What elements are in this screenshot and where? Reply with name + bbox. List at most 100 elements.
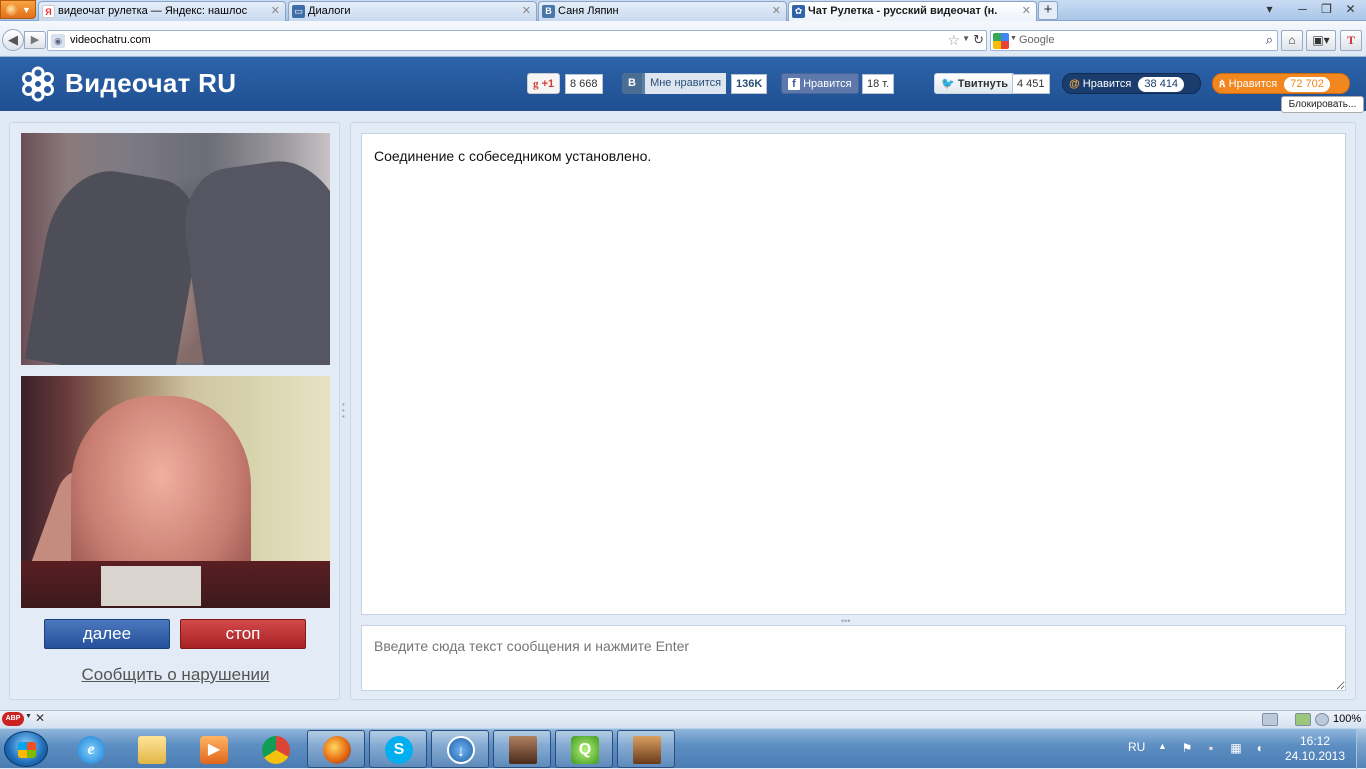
close-addon-bar-icon[interactable]: ✕	[35, 711, 45, 725]
tab-list-icon[interactable]: ▾	[1259, 0, 1280, 18]
gplus-button[interactable]: g +1	[527, 73, 561, 94]
firefox-icon	[6, 4, 18, 16]
twitter-bird-icon: 🐦	[941, 78, 955, 90]
action-center-flag-icon[interactable]: ⚑	[1180, 741, 1194, 755]
camera-addon-icon[interactable]	[1262, 713, 1278, 726]
vk-like-button[interactable]: B Мне нравится	[622, 73, 727, 94]
home-icon[interactable]: ⌂	[1281, 30, 1303, 51]
panel-resize-handle[interactable]: • • •	[342, 401, 346, 422]
stop-button[interactable]: стоп	[180, 619, 306, 649]
translate-addon-icon[interactable]: T	[1340, 30, 1362, 51]
device-tray-icon[interactable]: ▪	[1204, 741, 1218, 755]
close-icon[interactable]: ✕	[522, 2, 531, 20]
game-avatar-icon	[509, 736, 537, 764]
taskbar-game-sa[interactable]	[493, 730, 551, 768]
minimize-icon[interactable]: ─	[1292, 0, 1313, 18]
history-dropdown-icon[interactable]: ▼	[962, 34, 970, 43]
close-icon[interactable]: ✕	[271, 2, 280, 20]
site-header: Видеочат RU g +1 8 668 B Мне нравится 13…	[0, 57, 1366, 111]
site-logo-text[interactable]: Видеочат RU	[65, 68, 236, 99]
facebook-icon: f	[788, 78, 800, 90]
ok-like-button[interactable]: ጰ Нравится 72 702	[1212, 73, 1350, 94]
tab-label: Саня Ляпин	[558, 5, 619, 17]
show-hidden-icons[interactable]: ▲	[1158, 741, 1167, 751]
yandex-icon: Я	[42, 5, 55, 18]
google-icon[interactable]	[993, 33, 1009, 49]
folder-icon	[138, 736, 166, 764]
message-input[interactable]	[361, 625, 1346, 691]
close-window-icon[interactable]: ✕	[1340, 0, 1361, 18]
language-indicator[interactable]: RU	[1128, 740, 1145, 754]
firefox-menu-button[interactable]: ▼	[0, 0, 36, 19]
search-icon[interactable]: ⌕	[1266, 32, 1273, 48]
taskbar-qip[interactable]: Q	[555, 730, 613, 768]
chat-panel: Соединение с собеседником установлено. •…	[350, 122, 1356, 700]
network-icon[interactable]: ▦	[1229, 741, 1243, 755]
fb-like-button[interactable]: f Нравится	[781, 73, 859, 94]
clock-date: 24.10.2013	[1284, 749, 1346, 763]
mailru-like-button[interactable]: @ Нравится 38 414	[1062, 73, 1201, 94]
mailru-count: 38 414	[1138, 77, 1185, 92]
search-engine-dropdown-icon[interactable]: ▼	[1010, 35, 1017, 42]
taskbar-explorer[interactable]	[122, 730, 180, 768]
navigation-bar: ◀ ▶ ◉ videochatru.com ☆ ▼ ↻ ▼ Google ⌕ ⌂…	[0, 21, 1366, 57]
self-video	[21, 376, 330, 608]
forward-button[interactable]: ▶	[24, 31, 46, 49]
tab-dialogs[interactable]: ▭ Диалоги ✕	[288, 1, 537, 21]
bookmark-star-icon[interactable]: ☆	[947, 32, 960, 49]
firefox-icon	[323, 736, 351, 764]
restore-icon[interactable]: ❐	[1316, 0, 1337, 18]
tweet-count: 4 451	[1012, 74, 1050, 94]
zoom-level[interactable]: 100%	[1333, 713, 1361, 725]
network-addon-icon[interactable]	[1295, 713, 1311, 726]
fb-like-label: Нравится	[803, 78, 852, 90]
taskbar-firefox[interactable]	[307, 730, 365, 768]
close-icon[interactable]: ✕	[772, 2, 781, 20]
start-button[interactable]	[4, 731, 48, 767]
volume-icon[interactable]: ◖	[1252, 741, 1266, 755]
search-bar[interactable]: ▼ Google ⌕	[990, 30, 1278, 51]
url-text[interactable]: videochatru.com	[70, 34, 151, 46]
new-tab-button[interactable]: +	[1038, 1, 1058, 20]
chevron-down-icon[interactable]: ▼	[25, 713, 32, 720]
site-logo-icon[interactable]	[20, 66, 56, 102]
download-arrow-icon: ↓	[447, 736, 475, 764]
tab-yandex[interactable]: Я видеочат рулетка — Яндекс: нашлос... ✕	[38, 1, 286, 21]
search-input[interactable]: Google	[1019, 34, 1054, 46]
system-clock[interactable]: 16:12 24.10.2013	[1280, 734, 1350, 764]
next-button[interactable]: далее	[44, 619, 170, 649]
vk-like-label: Мне нравится	[645, 73, 727, 94]
mailru-at-icon: @	[1069, 78, 1080, 90]
taskbar-ie[interactable]: e	[61, 730, 119, 768]
zoom-icon[interactable]	[1315, 713, 1329, 726]
ok-count: 72 702	[1284, 77, 1330, 92]
show-desktop-button[interactable]	[1356, 729, 1366, 769]
taskbar-chrome[interactable]	[246, 730, 304, 768]
fb-count: 18 т.	[862, 74, 895, 94]
report-abuse-link[interactable]: Сообщить о нарушении	[10, 665, 341, 685]
stranger-video	[21, 133, 330, 365]
address-bar[interactable]: ◉ videochatru.com ☆ ▼ ↻	[47, 30, 987, 51]
block-popup[interactable]: Блокировать...	[1281, 96, 1364, 113]
reload-icon[interactable]: ↻	[973, 32, 984, 48]
back-button[interactable]: ◀	[2, 29, 24, 51]
skype-icon: S	[385, 736, 413, 764]
close-icon[interactable]: ✕	[1022, 2, 1031, 20]
adblock-plus-icon[interactable]: ABP	[2, 712, 24, 726]
tab-vk-profile[interactable]: B Саня Ляпин ✕	[538, 1, 787, 21]
tweet-label: Твитнуть	[957, 78, 1009, 90]
tab-chatroulette[interactable]: ✿ Чат Рулетка - русский видеочат (н... ✕	[788, 1, 1037, 21]
taskbar-downloader[interactable]: ↓	[431, 730, 489, 768]
odnoklassniki-icon: ጰ	[1219, 78, 1226, 90]
video-frame-detail	[177, 152, 330, 365]
taskbar-media-player[interactable]: ▶	[184, 730, 242, 768]
gplus-label: +1	[541, 78, 555, 90]
taskbar-game-vc[interactable]	[617, 730, 675, 768]
system-message: Соединение с собеседником установлено.	[374, 148, 652, 164]
bookmarks-menu-icon[interactable]: ▣▾	[1306, 30, 1336, 51]
site-identity-icon[interactable]: ◉	[51, 34, 65, 48]
game-character-icon	[633, 736, 661, 764]
taskbar-skype[interactable]: S	[369, 730, 427, 768]
tab-label: Диалоги	[308, 5, 351, 17]
tweet-button[interactable]: 🐦 Твитнуть	[934, 73, 1016, 94]
